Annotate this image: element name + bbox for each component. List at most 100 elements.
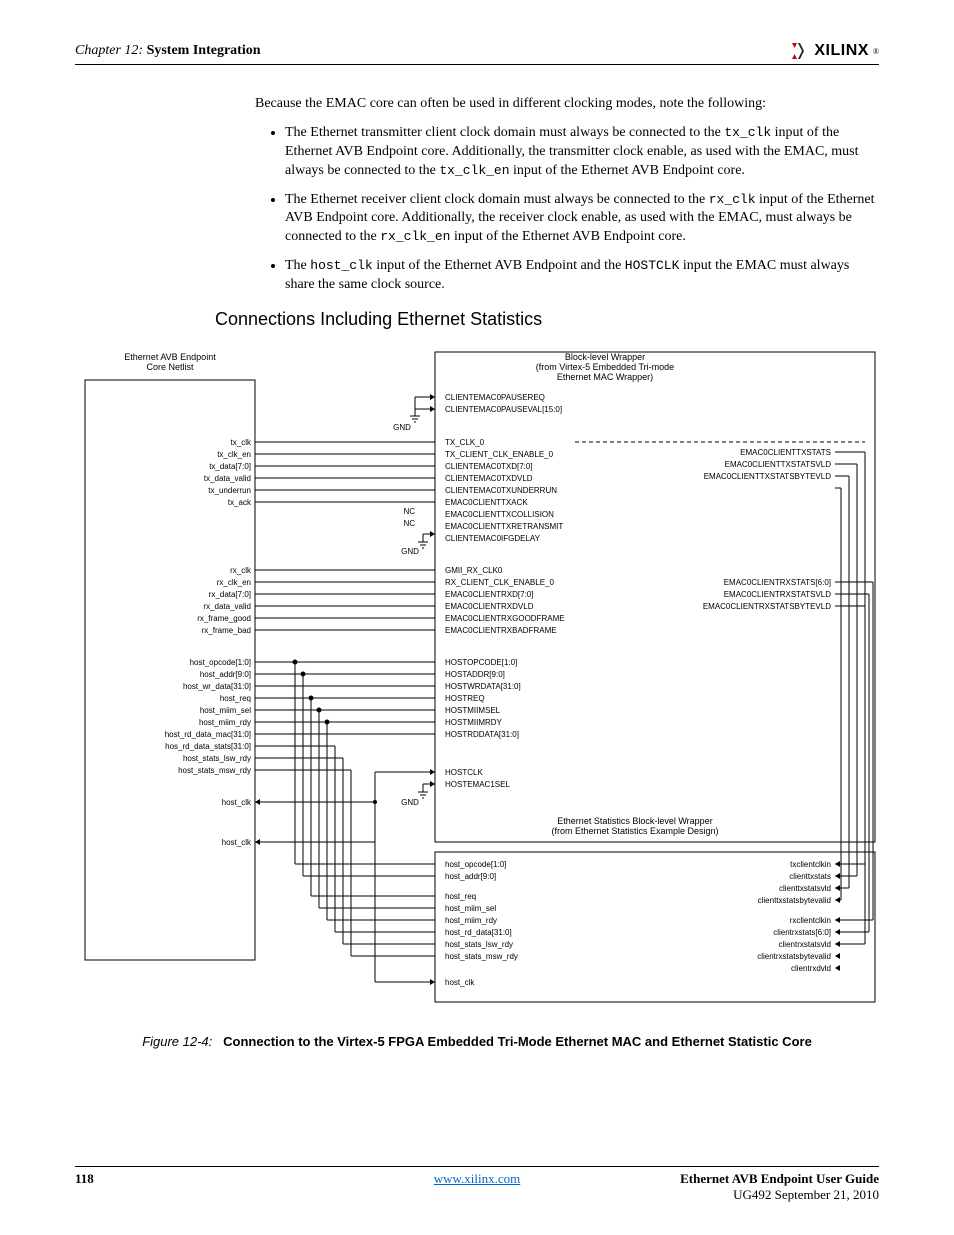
svg-text:EMAC0CLIENTTXSTATSBYTEVLD: EMAC0CLIENTTXSTATSBYTEVLD	[704, 472, 832, 481]
svg-text:rx_clk: rx_clk	[230, 566, 252, 575]
bullet-3: The host_clk input of the Ethernet AVB E…	[285, 257, 879, 295]
svg-text:CLIENTEMAC0TXUNDERRUN: CLIENTEMAC0TXUNDERRUN	[445, 486, 557, 495]
svg-text:EMAC0CLIENTRXD[7:0]: EMAC0CLIENTRXD[7:0]	[445, 590, 533, 599]
svg-text:Block-level Wrapper: Block-level Wrapper	[565, 352, 645, 362]
svg-text:CLIENTEMAC0IFGDELAY: CLIENTEMAC0IFGDELAY	[445, 534, 541, 543]
svg-text:HOSTCLK: HOSTCLK	[445, 768, 483, 777]
svg-text:txclientclkin: txclientclkin	[790, 860, 831, 869]
svg-text:(from Ethernet Statistics Exam: (from Ethernet Statistics Example Design…	[551, 826, 718, 836]
svg-text:TX_CLIENT_CLK_ENABLE_0: TX_CLIENT_CLK_ENABLE_0	[445, 450, 554, 459]
svg-text:Ethernet AVB Endpoint: Ethernet AVB Endpoint	[124, 352, 216, 362]
svg-text:host_miim_sel: host_miim_sel	[445, 904, 496, 913]
doc-rev: UG492 September 21, 2010	[680, 1187, 879, 1203]
svg-text:Core Netlist: Core Netlist	[146, 362, 194, 372]
svg-text:(from Virtex-5 Embedded Tri-mo: (from Virtex-5 Embedded Tri-mode	[536, 362, 674, 372]
svg-text:rx_data[7:0]: rx_data[7:0]	[209, 590, 251, 599]
svg-text:host_stats_msw_rdy: host_stats_msw_rdy	[178, 766, 251, 775]
svg-text:HOSTREQ: HOSTREQ	[445, 694, 485, 703]
svg-text:HOSTRDDATA[31:0]: HOSTRDDATA[31:0]	[445, 730, 519, 739]
svg-text:clienttxstats: clienttxstats	[789, 872, 831, 881]
svg-text:clientrxstatsvld: clientrxstatsvld	[779, 940, 831, 949]
footer-link[interactable]: www.xilinx.com	[434, 1171, 521, 1187]
svg-text:host_opcode[1:0]: host_opcode[1:0]	[445, 860, 506, 869]
svg-text:host_req: host_req	[220, 694, 251, 703]
svg-text:host_wr_data[31:0]: host_wr_data[31:0]	[183, 682, 251, 691]
svg-text:host_miim_rdy: host_miim_rdy	[445, 916, 497, 925]
svg-text:rxclientclkin: rxclientclkin	[790, 916, 831, 925]
svg-text:EMAC0CLIENTTXRETRANSMIT: EMAC0CLIENTTXRETRANSMIT	[445, 522, 563, 531]
svg-text:tx_clk_en: tx_clk_en	[217, 450, 251, 459]
svg-text:EMAC0CLIENTTXCOLLISION: EMAC0CLIENTTXCOLLISION	[445, 510, 554, 519]
xilinx-logo: XILINX ®	[792, 42, 879, 60]
svg-text:host_miim_rdy: host_miim_rdy	[199, 718, 251, 727]
svg-text:host_clk: host_clk	[222, 798, 252, 807]
page-number: 118	[75, 1171, 94, 1203]
svg-text:GND: GND	[393, 423, 411, 432]
svg-text:host_stats_msw_rdy: host_stats_msw_rdy	[445, 952, 518, 961]
svg-text:rx_frame_bad: rx_frame_bad	[202, 626, 251, 635]
body-text: Because the EMAC core can often be used …	[255, 95, 879, 295]
svg-text:tx_data_valid: tx_data_valid	[204, 474, 251, 483]
svg-text:HOSTEMAC1SEL: HOSTEMAC1SEL	[445, 780, 510, 789]
svg-text:CLIENTEMAC0TXDVLD: CLIENTEMAC0TXDVLD	[445, 474, 533, 483]
svg-text:HOSTMIIMRDY: HOSTMIIMRDY	[445, 718, 503, 727]
section-heading: Connections Including Ethernet Statistic…	[215, 309, 879, 330]
svg-text:hos_rd_data_stats[31:0]: hos_rd_data_stats[31:0]	[165, 742, 251, 751]
svg-text:rx_frame_good: rx_frame_good	[197, 614, 251, 623]
svg-text:HOSTMIIMSEL: HOSTMIIMSEL	[445, 706, 501, 715]
svg-text:host_miim_sel: host_miim_sel	[200, 706, 251, 715]
svg-text:TX_CLK_0: TX_CLK_0	[445, 438, 485, 447]
svg-text:EMAC0CLIENTRXGOODFRAME: EMAC0CLIENTRXGOODFRAME	[445, 614, 565, 623]
svg-text:rx_clk_en: rx_clk_en	[217, 578, 251, 587]
svg-text:clientrxdvld: clientrxdvld	[791, 964, 831, 973]
svg-text:NC: NC	[403, 507, 415, 516]
svg-text:GND: GND	[401, 547, 419, 556]
svg-text:NC: NC	[403, 519, 415, 528]
svg-text:GMII_RX_CLK0: GMII_RX_CLK0	[445, 566, 503, 575]
svg-text:EMAC0CLIENTRXDVLD: EMAC0CLIENTRXDVLD	[445, 602, 534, 611]
svg-text:RX_CLIENT_CLK_ENABLE_0: RX_CLIENT_CLK_ENABLE_0	[445, 578, 554, 587]
connection-diagram: Ethernet AVB Endpoint Core Netlist Block…	[75, 342, 879, 1022]
svg-text:rx_data_valid: rx_data_valid	[203, 602, 251, 611]
svg-text:tx_underrun: tx_underrun	[208, 486, 251, 495]
svg-text:clientrxstats[6:0]: clientrxstats[6:0]	[773, 928, 831, 937]
svg-text:host_stats_lsw_rdy: host_stats_lsw_rdy	[445, 940, 513, 949]
svg-text:EMAC0CLIENTRXBADFRAME: EMAC0CLIENTRXBADFRAME	[445, 626, 557, 635]
svg-text:CLIENTEMAC0PAUSEVAL[15:0]: CLIENTEMAC0PAUSEVAL[15:0]	[445, 405, 562, 414]
figure-caption: Figure 12-4: Connection to the Virtex-5 …	[75, 1034, 879, 1049]
svg-text:Ethernet Statistics Block-leve: Ethernet Statistics Block-level Wrapper	[557, 816, 712, 826]
bullet-2: The Ethernet receiver client clock domai…	[285, 191, 879, 248]
svg-text:EMAC0CLIENTRXSTATSBYTEVLD: EMAC0CLIENTRXSTATSBYTEVLD	[703, 602, 831, 611]
page-header: Chapter 12: System Integration XILINX ®	[75, 42, 879, 65]
svg-text:host_addr[9:0]: host_addr[9:0]	[200, 670, 251, 679]
chapter-title: System Integration	[147, 43, 261, 58]
svg-text:EMAC0CLIENTTXSTATSVLD: EMAC0CLIENTTXSTATSVLD	[725, 460, 832, 469]
svg-text:HOSTWRDATA[31:0]: HOSTWRDATA[31:0]	[445, 682, 521, 691]
intro-paragraph: Because the EMAC core can often be used …	[255, 95, 879, 114]
svg-text:Ethernet MAC Wrapper): Ethernet MAC Wrapper)	[557, 372, 653, 382]
svg-text:GND: GND	[401, 798, 419, 807]
svg-text:host_rd_data_mac[31:0]: host_rd_data_mac[31:0]	[165, 730, 251, 739]
svg-text:clienttxstatsvld: clienttxstatsvld	[779, 884, 831, 893]
svg-text:CLIENTEMAC0PAUSEREQ: CLIENTEMAC0PAUSEREQ	[445, 393, 545, 402]
bullet-1: The Ethernet transmitter client clock do…	[285, 124, 879, 181]
svg-text:host_rd_data[31:0]: host_rd_data[31:0]	[445, 928, 512, 937]
svg-text:HOSTADDR[9:0]: HOSTADDR[9:0]	[445, 670, 505, 679]
svg-text:EMAC0CLIENTRXSTATSVLD: EMAC0CLIENTRXSTATSVLD	[724, 590, 832, 599]
svg-text:tx_data[7:0]: tx_data[7:0]	[209, 462, 251, 471]
svg-text:host_addr[9:0]: host_addr[9:0]	[445, 872, 496, 881]
svg-text:host_clk: host_clk	[445, 978, 475, 987]
svg-text:CLIENTEMAC0TXD[7:0]: CLIENTEMAC0TXD[7:0]	[445, 462, 533, 471]
svg-text:EMAC0CLIENTTXSTATS: EMAC0CLIENTTXSTATS	[740, 448, 831, 457]
svg-text:EMAC0CLIENTTXACK: EMAC0CLIENTTXACK	[445, 498, 528, 507]
svg-text:HOSTOPCODE[1:0]: HOSTOPCODE[1:0]	[445, 658, 517, 667]
doc-title: Ethernet AVB Endpoint User Guide	[680, 1171, 879, 1186]
svg-text:clientrxstatsbytevalid: clientrxstatsbytevalid	[757, 952, 831, 961]
svg-text:tx_ack: tx_ack	[228, 498, 252, 507]
page-footer: 118 www.xilinx.com Ethernet AVB Endpoint…	[75, 1166, 879, 1203]
chapter-label: Chapter 12:	[75, 43, 143, 58]
svg-text:host_stats_lsw_rdy: host_stats_lsw_rdy	[183, 754, 251, 763]
svg-text:tx_clk: tx_clk	[231, 438, 252, 447]
svg-text:host_opcode[1:0]: host_opcode[1:0]	[190, 658, 251, 667]
svg-text:EMAC0CLIENTRXSTATS[6:0]: EMAC0CLIENTRXSTATS[6:0]	[724, 578, 831, 587]
